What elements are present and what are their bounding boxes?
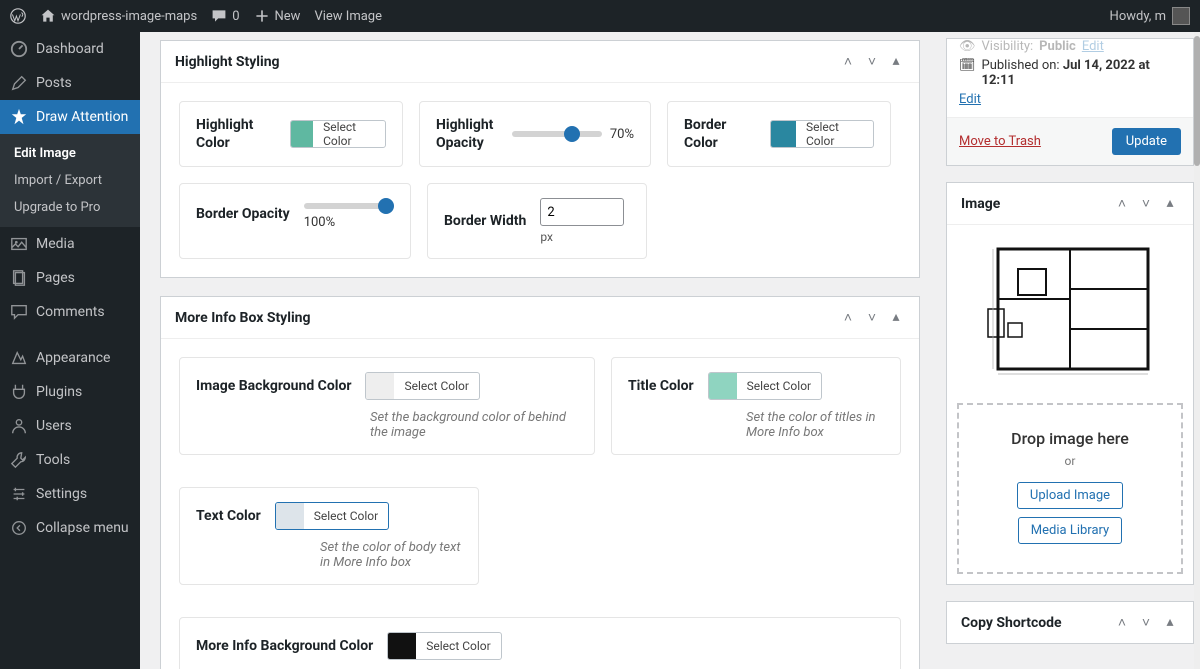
move-up-icon[interactable]: ˄ (1113, 195, 1131, 212)
dropzone-or: or (969, 454, 1171, 468)
highlight-styling-box: Highlight Styling ˄ ˅ ▴ Highlight Color … (160, 40, 920, 278)
swatch-more-bg (388, 632, 416, 660)
title-color-button[interactable]: Select Color (708, 372, 822, 400)
copy-shortcode-box: Copy Shortcode ˄ ˅ ▴ (946, 601, 1194, 644)
floorplan-thumbnail[interactable] (980, 239, 1160, 389)
comments-bubble[interactable]: 0 (211, 8, 239, 24)
text-color-button[interactable]: Select Color (275, 502, 389, 530)
border-width-unit: px (540, 230, 624, 244)
highlight-opacity-label: Highlight Opacity (436, 116, 498, 152)
border-width-label: Border Width (444, 212, 526, 230)
more-bg-color-label: More Info Background Color (196, 637, 373, 655)
highlight-color-button[interactable]: Select Color (290, 120, 386, 148)
move-up-icon[interactable]: ˄ (839, 309, 857, 326)
menu-pages[interactable]: Pages (0, 261, 140, 295)
highlight-opacity-value: 70% (610, 127, 634, 142)
menu-media[interactable]: Media (0, 227, 140, 261)
swatch-text (276, 502, 304, 530)
border-color-label: Border Color (684, 116, 756, 152)
submenu-edit-image[interactable]: Edit Image (0, 140, 140, 167)
toggle-panel-icon[interactable]: ▴ (1161, 195, 1179, 212)
menu-draw-attention[interactable]: Draw Attention (0, 100, 140, 134)
swatch-highlight (291, 120, 314, 148)
site-home[interactable]: wordpress-image-maps (40, 8, 197, 24)
swatch-image-bg (366, 372, 394, 400)
title-color-label: Title Color (628, 377, 694, 395)
publish-box: 👁 Visibility: Public Edit 🗓 Published on… (946, 38, 1194, 166)
update-button[interactable]: Update (1112, 128, 1181, 155)
avatar[interactable] (1172, 7, 1190, 25)
move-up-icon[interactable]: ˄ (839, 53, 857, 70)
move-down-icon[interactable]: ˅ (863, 53, 881, 70)
menu-appearance[interactable]: Appearance (0, 341, 140, 375)
image-bg-color-button[interactable]: Select Color (365, 372, 479, 400)
toggle-panel-icon[interactable]: ▴ (887, 53, 905, 70)
border-opacity-label: Border Opacity (196, 205, 290, 223)
view-image-link[interactable]: View Image (314, 9, 382, 24)
swatch-title (709, 372, 737, 400)
dropzone-text: Drop image here (969, 429, 1171, 448)
border-opacity-value: 100% (304, 215, 394, 230)
submenu-import-export[interactable]: Import / Export (0, 167, 140, 194)
menu-posts[interactable]: Posts (0, 66, 140, 100)
menu-settings[interactable]: Settings (0, 477, 140, 511)
move-to-trash[interactable]: Move to Trash (959, 134, 1041, 149)
border-width-input[interactable] (540, 198, 624, 226)
menu-plugins[interactable]: Plugins (0, 375, 140, 409)
calendar-icon: 🗓 (959, 58, 976, 73)
menu-dashboard[interactable]: Dashboard (0, 32, 140, 66)
comment-count: 0 (232, 9, 239, 24)
visibility-edit[interactable]: Edit (1082, 39, 1104, 54)
image-box: Image ˄ ˅ ▴ Drop image here or Upload Im… (946, 182, 1194, 585)
published-label: Published on: (982, 58, 1060, 73)
title-color-desc: Set the color of titles in More Info box (746, 410, 884, 440)
upload-image-button[interactable]: Upload Image (1017, 482, 1123, 509)
text-color-label: Text Color (196, 507, 261, 525)
move-up-icon[interactable]: ˄ (1113, 614, 1131, 631)
published-edit[interactable]: Edit (959, 92, 981, 107)
text-color-desc: Set the color of body text in More Info … (320, 540, 462, 570)
more-bg-color-button[interactable]: Select Color (387, 632, 501, 660)
highlight-color-label: Highlight Color (196, 116, 276, 152)
menu-comments[interactable]: Comments (0, 295, 140, 329)
visibility-value: Public (1039, 39, 1076, 54)
media-library-button[interactable]: Media Library (1018, 517, 1122, 544)
wp-logo[interactable] (10, 8, 26, 24)
toggle-panel-icon[interactable]: ▴ (1161, 614, 1179, 631)
border-color-button[interactable]: Select Color (770, 120, 874, 148)
more-info-styling-box: More Info Box Styling ˄ ˅ ▴ Image Backgr… (160, 296, 920, 669)
collapse-menu[interactable]: Collapse menu (0, 511, 140, 545)
menu-tools[interactable]: Tools (0, 443, 140, 477)
menu-users[interactable]: Users (0, 409, 140, 443)
new-label: New (275, 9, 301, 24)
site-name: wordpress-image-maps (61, 9, 197, 24)
image-box-title: Image (961, 196, 1113, 212)
image-bg-desc: Set the background color of behind the i… (370, 410, 578, 440)
image-dropzone[interactable]: Drop image here or Upload Image Media Li… (957, 403, 1183, 574)
highlight-styling-title: Highlight Styling (175, 54, 839, 70)
move-down-icon[interactable]: ˅ (1137, 614, 1155, 631)
image-bg-color-label: Image Background Color (196, 377, 351, 395)
move-down-icon[interactable]: ˅ (1137, 195, 1155, 212)
move-down-icon[interactable]: ˅ (863, 309, 881, 326)
howdy-text[interactable]: Howdy, m (1110, 9, 1166, 24)
visibility-label: Visibility: (982, 39, 1034, 54)
visibility-icon: 👁 (959, 39, 976, 54)
new-content[interactable]: New (254, 8, 301, 24)
toggle-panel-icon[interactable]: ▴ (887, 309, 905, 326)
copy-shortcode-title: Copy Shortcode (961, 615, 1113, 631)
border-opacity-slider[interactable] (304, 203, 394, 209)
submenu-upgrade-pro[interactable]: Upgrade to Pro (0, 194, 140, 221)
more-info-title: More Info Box Styling (175, 310, 839, 326)
swatch-border (771, 120, 796, 148)
highlight-opacity-slider[interactable] (512, 131, 602, 137)
page-scrollbar[interactable] (1194, 32, 1200, 669)
